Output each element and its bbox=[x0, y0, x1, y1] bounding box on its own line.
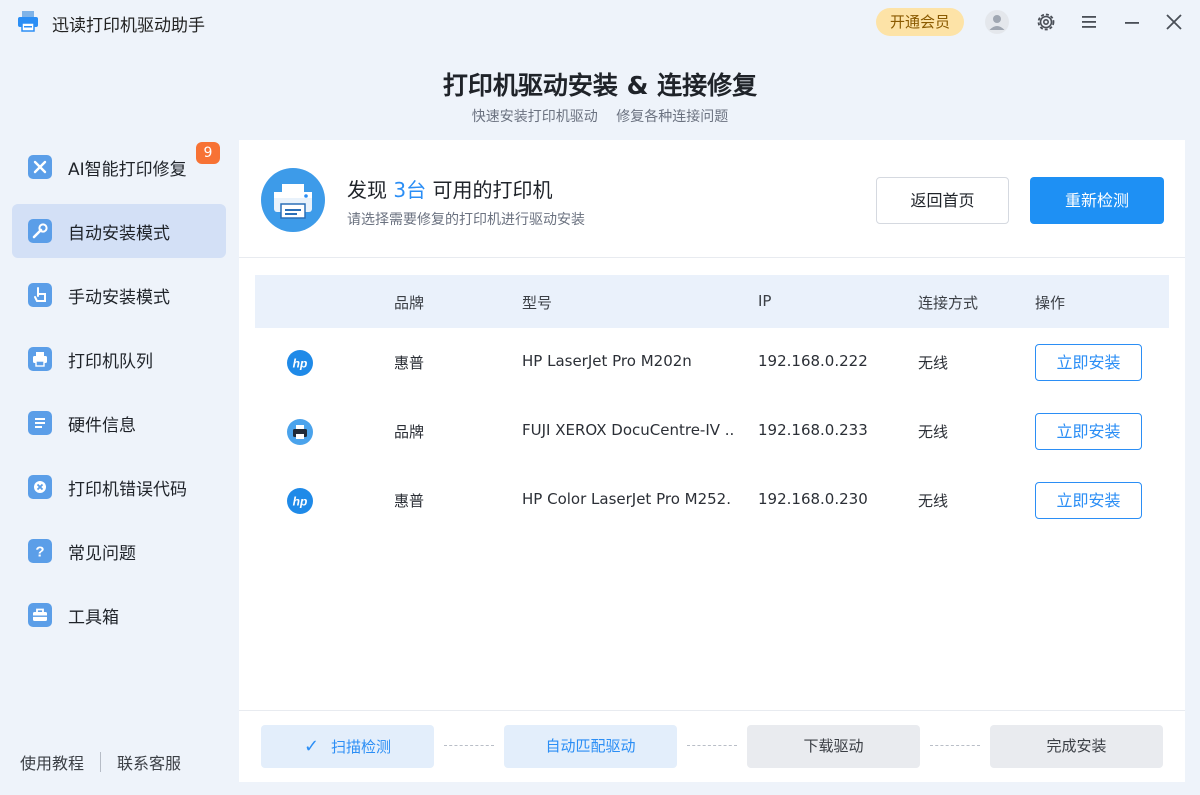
step-complete-install: 完成安装 bbox=[990, 725, 1163, 768]
minimize-icon[interactable] bbox=[1120, 10, 1144, 34]
avatar-icon[interactable] bbox=[985, 10, 1009, 34]
found-prefix: 发现 bbox=[347, 178, 387, 202]
hp-logo-icon: hp bbox=[287, 350, 313, 376]
title-bar: 迅读打印机驱动助手 开通会员 bbox=[0, 0, 1200, 44]
rescan-button[interactable]: 重新检测 bbox=[1030, 177, 1164, 224]
step-label: 自动匹配驱动 bbox=[545, 737, 636, 755]
notification-badge: 9 bbox=[196, 142, 220, 164]
sidebar-item-label: 打印机队列 bbox=[68, 351, 153, 372]
model-cell: HP LaserJet Pro M202n bbox=[522, 352, 692, 370]
step-match-driver: 自动匹配驱动 bbox=[504, 725, 677, 768]
step-download-driver: 下载驱动 bbox=[747, 725, 920, 768]
sidebar-item-label: 手动安装模式 bbox=[68, 287, 170, 308]
sidebar-item-ai-repair[interactable]: AI智能打印修复 9 bbox=[12, 140, 226, 194]
sidebar: AI智能打印修复 9 自动安装模式 手动安装模式 打印机队列 硬件信息 打印机错… bbox=[12, 140, 226, 652]
menu-icon[interactable] bbox=[1077, 10, 1101, 34]
divider bbox=[100, 752, 102, 772]
install-now-button[interactable]: 立即安装 bbox=[1035, 482, 1142, 519]
connection-cell: 无线 bbox=[918, 423, 949, 441]
vip-button[interactable]: 开通会员 bbox=[876, 8, 964, 36]
model-cell: FUJI XEROX DocuCentre-IV .. bbox=[522, 421, 735, 439]
connection-cell: 无线 bbox=[918, 492, 949, 510]
close-icon[interactable] bbox=[1162, 10, 1186, 34]
sidebar-item-printer-queue[interactable]: 打印机队列 bbox=[12, 332, 226, 386]
svg-text:hp: hp bbox=[293, 495, 308, 509]
wrench-icon bbox=[28, 219, 52, 243]
printer-logo-icon bbox=[18, 11, 38, 32]
ip-cell: 192.168.0.230 bbox=[758, 490, 868, 508]
column-header-model: 型号 bbox=[522, 294, 553, 312]
step-label: 下载驱动 bbox=[803, 737, 864, 755]
install-steps: ✓ 扫描检测 自动匹配驱动 下载驱动 完成安装 bbox=[239, 710, 1185, 782]
sidebar-item-label: 工具箱 bbox=[68, 607, 119, 628]
list-icon bbox=[28, 411, 52, 435]
sidebar-item-manual-install[interactable]: 手动安装模式 bbox=[12, 268, 226, 322]
column-header-action: 操作 bbox=[1035, 294, 1066, 312]
install-now-button[interactable]: 立即安装 bbox=[1035, 413, 1142, 450]
model-cell: HP Color LaserJet Pro M252. bbox=[522, 490, 731, 508]
sidebar-item-faq[interactable]: ? 常见问题 bbox=[12, 524, 226, 578]
brand-cell: 惠普 bbox=[394, 492, 425, 510]
brand-cell: 惠普 bbox=[394, 354, 425, 372]
sidebar-item-hardware-info[interactable]: 硬件信息 bbox=[12, 396, 226, 450]
table-row: hp 惠普 HP Color LaserJet Pro M252. 192.16… bbox=[255, 466, 1169, 535]
step-connector bbox=[444, 745, 494, 746]
found-title: 发现 3台 可用的打印机 bbox=[347, 174, 552, 203]
ip-cell: 192.168.0.233 bbox=[758, 421, 868, 439]
svg-text:?: ? bbox=[35, 544, 44, 561]
ip-cell: 192.168.0.222 bbox=[758, 352, 868, 370]
step-label: 完成安装 bbox=[1046, 737, 1107, 755]
sidebar-item-label: 硬件信息 bbox=[68, 415, 136, 436]
sidebar-item-toolbox[interactable]: 工具箱 bbox=[12, 588, 226, 642]
sidebar-footer: 使用教程 联系客服 bbox=[20, 750, 181, 774]
table-row: 品牌 FUJI XEROX DocuCentre-IV .. 192.168.0… bbox=[255, 397, 1169, 466]
sidebar-item-label: 自动安装模式 bbox=[68, 223, 170, 244]
step-connector bbox=[687, 745, 737, 746]
step-connector bbox=[930, 745, 980, 746]
page-title: 打印机驱动安装 & 连接修复 bbox=[442, 71, 758, 100]
found-summary: 发现 3台 可用的打印机 请选择需要修复的打印机进行驱动安装 返回首页 重新检测 bbox=[239, 140, 1185, 258]
column-header-connection: 连接方式 bbox=[918, 294, 979, 312]
hp-logo-icon: hp bbox=[287, 488, 313, 514]
column-header-ip: IP bbox=[758, 292, 772, 310]
printer-count: 3台 bbox=[393, 178, 427, 202]
step-scan: ✓ 扫描检测 bbox=[261, 725, 434, 768]
brand-cell: 品牌 bbox=[394, 423, 425, 441]
error-x-icon bbox=[28, 475, 52, 499]
support-link[interactable]: 联系客服 bbox=[117, 750, 181, 774]
found-suffix: 可用的打印机 bbox=[432, 178, 553, 202]
page-subtitle: 快速安装打印机驱动 修复各种连接问题 bbox=[471, 109, 729, 125]
printer-icon bbox=[261, 168, 325, 232]
connection-cell: 无线 bbox=[918, 354, 949, 372]
toolbox-icon bbox=[28, 603, 52, 627]
svg-text:hp: hp bbox=[293, 357, 308, 371]
main-panel: 发现 3台 可用的打印机 请选择需要修复的打印机进行驱动安装 返回首页 重新检测… bbox=[239, 140, 1185, 782]
column-header-brand: 品牌 bbox=[394, 294, 425, 312]
printer-icon bbox=[28, 347, 52, 371]
table-row: hp 惠普 HP LaserJet Pro M202n 192.168.0.22… bbox=[255, 328, 1169, 397]
install-now-button[interactable]: 立即安装 bbox=[1035, 344, 1142, 381]
found-subtitle: 请选择需要修复的打印机进行驱动安装 bbox=[347, 212, 585, 228]
back-home-button[interactable]: 返回首页 bbox=[876, 177, 1009, 224]
gear-icon[interactable] bbox=[1034, 10, 1058, 34]
sidebar-item-auto-install[interactable]: 自动安装模式 bbox=[12, 204, 226, 258]
sidebar-item-error-codes[interactable]: 打印机错误代码 bbox=[12, 460, 226, 514]
hand-pointer-icon bbox=[28, 283, 52, 307]
wrench-screwdriver-icon bbox=[28, 155, 52, 179]
printer-icon bbox=[287, 419, 313, 445]
sidebar-item-label: AI智能打印修复 bbox=[68, 159, 187, 180]
step-label: 扫描检测 bbox=[331, 738, 392, 756]
tutorial-link[interactable]: 使用教程 bbox=[20, 750, 84, 774]
sidebar-item-label: 打印机错误代码 bbox=[68, 479, 187, 500]
table-header: 品牌 型号 IP 连接方式 操作 bbox=[255, 275, 1169, 328]
question-icon: ? bbox=[28, 539, 52, 563]
sidebar-item-label: 常见问题 bbox=[68, 543, 136, 564]
app-title: 迅读打印机驱动助手 bbox=[52, 16, 205, 36]
checkmark-icon: ✓ bbox=[303, 736, 320, 757]
